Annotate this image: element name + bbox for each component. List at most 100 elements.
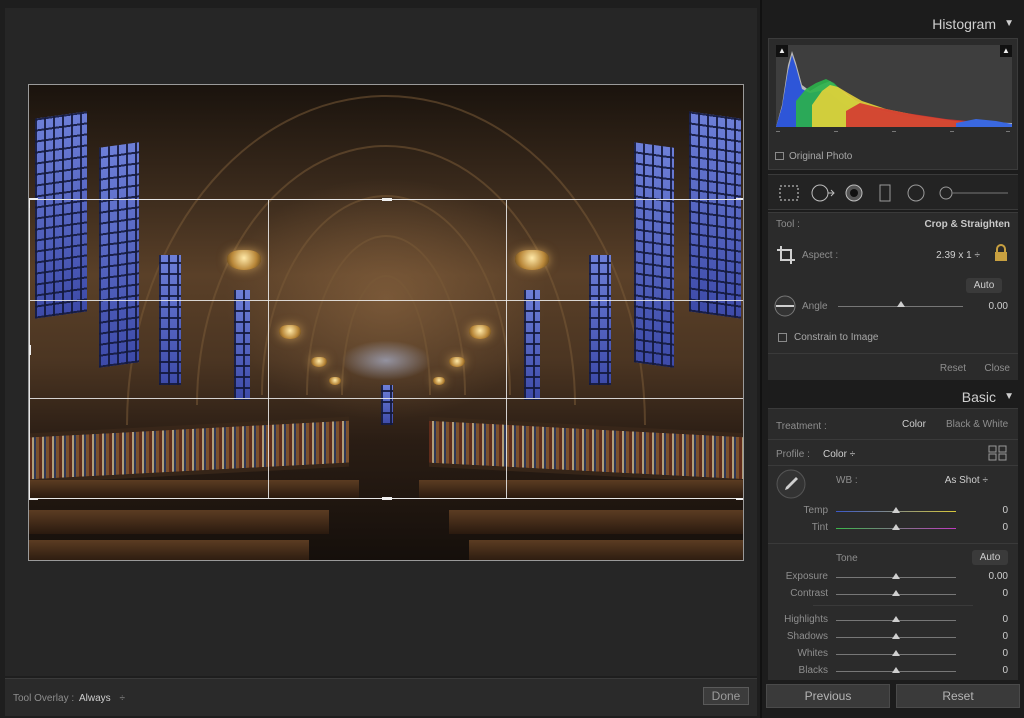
crop-frame[interactable] — [29, 198, 744, 500]
crop-aspect-icon[interactable] — [776, 245, 796, 265]
blacks-slider-thumb[interactable] — [892, 667, 900, 673]
histogram-chart — [776, 51, 1012, 127]
grid-line — [268, 200, 269, 498]
select-arrow-icon: ÷ — [982, 475, 989, 486]
divider — [768, 543, 1018, 544]
red-eye-icon[interactable] — [844, 184, 864, 202]
highlight-clipping-icon[interactable]: ▲ — [1000, 45, 1012, 57]
angle-slider-thumb[interactable] — [896, 301, 905, 307]
tool-label: Tool : — [776, 219, 800, 230]
constrain-label: Constrain to Image — [794, 332, 879, 343]
collapse-triangle-icon[interactable]: ▼ — [1004, 18, 1014, 29]
image-canvas[interactable] — [5, 8, 757, 676]
histogram-title[interactable]: Histogram — [932, 16, 996, 32]
constrain-checkbox[interactable] — [778, 333, 787, 342]
treatment-color-option[interactable]: Color — [902, 419, 926, 430]
crop-edge-handle[interactable] — [382, 198, 392, 201]
adjustment-brush-icon[interactable] — [938, 184, 1010, 202]
profile-label: Profile : — [776, 449, 810, 460]
crop-close-button[interactable]: Close — [984, 363, 1010, 374]
crop-corner-handle[interactable] — [736, 490, 743, 500]
crop-edge-handle[interactable] — [382, 497, 392, 500]
eyedropper-icon[interactable] — [776, 469, 806, 499]
reset-button[interactable]: Reset — [896, 684, 1020, 708]
collapse-triangle-icon[interactable]: ▼ — [1004, 391, 1014, 402]
slider-value[interactable]: 0 — [1002, 505, 1008, 516]
angle-value[interactable]: 0.00 — [989, 301, 1008, 312]
shadows-slider-thumb[interactable] — [892, 633, 900, 639]
slider-value[interactable]: 0 — [1002, 522, 1008, 533]
angle-label: Angle — [802, 301, 828, 312]
slider-label: Shadows — [786, 631, 828, 642]
crop-corner-handle[interactable] — [29, 198, 38, 208]
previous-button[interactable]: Previous — [766, 684, 890, 708]
grid-line — [30, 300, 743, 301]
profile-value: Color — [823, 449, 847, 460]
highlights-slider-thumb[interactable] — [892, 616, 900, 622]
crop-edge-handle[interactable] — [743, 345, 744, 355]
basic-title[interactable]: Basic — [962, 389, 996, 405]
bottom-buttons: Previous Reset — [766, 684, 1022, 710]
slider-value[interactable]: 0 — [1002, 631, 1008, 642]
crop-corner-handle[interactable] — [736, 198, 743, 208]
grid-line — [30, 398, 743, 399]
select-arrow-icon: ÷ — [974, 250, 981, 261]
profile-select[interactable]: Color ÷ — [823, 449, 855, 460]
crop-panel: Tool : Crop & Straighten Aspect : 2.39 x… — [768, 212, 1018, 380]
shadow-clipping-icon[interactable]: ▲ — [776, 45, 788, 57]
aspect-value: 2.39 x 1 — [936, 250, 972, 261]
divider — [768, 439, 1018, 440]
divider — [768, 465, 1018, 466]
crop-reset-button[interactable]: Reset — [940, 363, 966, 374]
tool-overlay-select[interactable]: Always ÷ — [79, 693, 125, 704]
grid-line — [506, 200, 507, 498]
crop-tool-icon[interactable] — [778, 184, 800, 202]
done-button[interactable]: Done — [703, 687, 749, 705]
tool-overlay-label: Tool Overlay : — [13, 693, 75, 704]
slider-label: Contrast — [790, 588, 828, 599]
tool-overlay-value: Always — [79, 693, 111, 704]
original-photo-toggle[interactable]: Original Photo — [775, 151, 852, 162]
slider-value[interactable]: 0 — [1002, 665, 1008, 676]
histogram-ticks — [776, 131, 1012, 137]
radial-filter-icon[interactable] — [906, 184, 926, 202]
lock-icon[interactable] — [994, 244, 1008, 262]
reading-table — [449, 510, 743, 534]
aspect-select[interactable]: 2.39 x 1 ÷ — [936, 250, 980, 261]
checkbox-icon[interactable] — [775, 152, 784, 160]
photo-preview[interactable] — [28, 84, 744, 561]
select-arrow-icon: ÷ — [849, 449, 856, 460]
temp-slider-thumb[interactable] — [892, 507, 900, 513]
slider-value[interactable]: 0.00 — [989, 571, 1008, 582]
slider-value[interactable]: 0 — [1002, 648, 1008, 659]
tone-label: Tone — [836, 553, 858, 564]
wb-select[interactable]: As Shot ÷ — [945, 475, 988, 486]
slider-value[interactable]: 0 — [1002, 614, 1008, 625]
crop-corner-handle[interactable] — [29, 490, 38, 500]
tint-slider-thumb[interactable] — [892, 524, 900, 530]
spot-removal-icon[interactable] — [810, 184, 836, 202]
treatment-bw-option[interactable]: Black & White — [946, 419, 1008, 430]
histogram-graph[interactable]: ▲ ▲ — [776, 45, 1012, 127]
treatment-label: Treatment : — [776, 421, 827, 432]
graduated-filter-icon[interactable] — [878, 184, 892, 202]
whites-slider-thumb[interactable] — [892, 650, 900, 656]
select-arrow-icon: ÷ — [119, 693, 125, 704]
divider — [768, 353, 1018, 354]
profile-browser-icon[interactable] — [988, 445, 1008, 461]
tone-auto-button[interactable]: Auto — [972, 550, 1008, 565]
crop-edge-handle[interactable] — [29, 345, 31, 355]
slider-value[interactable]: 0 — [1002, 588, 1008, 599]
reading-table — [29, 510, 329, 534]
slider-label: Blacks — [798, 665, 828, 676]
contrast-slider-thumb[interactable] — [892, 590, 900, 596]
straighten-level-icon[interactable] — [772, 295, 798, 317]
histogram-panel: ▲ ▲ Original Photo — [768, 38, 1018, 170]
slider-label: Temp — [803, 505, 828, 516]
divider — [813, 605, 973, 606]
slider-label: Tint — [811, 522, 828, 533]
tool-strip — [768, 174, 1018, 210]
exposure-slider-thumb[interactable] — [892, 573, 900, 579]
auto-straighten-button[interactable]: Auto — [966, 278, 1002, 293]
reading-table — [469, 540, 743, 560]
